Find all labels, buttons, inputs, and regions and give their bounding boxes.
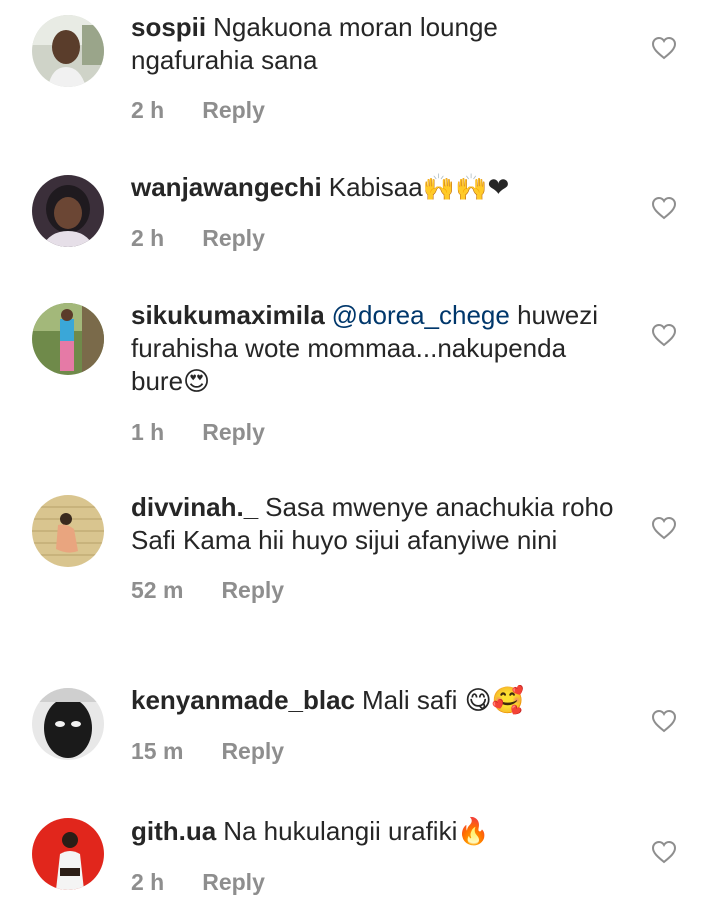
comment-emoji: 🔥 [457,817,490,847]
reply-button[interactable]: Reply [221,738,284,765]
comment-timestamp: 52 m [131,577,184,603]
avatar[interactable] [32,15,104,87]
comment-timestamp: 1 h [131,419,165,445]
comment-meta: 2 h Reply [131,225,621,252]
comment-username[interactable]: sospii [131,12,206,42]
comment-text: wanjawangechi Kabisaa🙌🙌❤ [131,171,621,205]
comment-body: Mali safi [362,685,458,715]
comment-timestamp: 2 h [131,97,165,123]
heart-outline-icon[interactable] [651,709,677,733]
comment-username[interactable]: kenyanmade_blac [131,685,355,715]
avatar[interactable] [32,495,104,567]
heart-outline-icon[interactable] [651,196,677,220]
reply-button[interactable]: Reply [221,577,284,604]
heart-outline-icon[interactable] [651,840,677,864]
reply-button[interactable]: Reply [202,97,265,124]
comment-body: Na hukulangii urafiki [223,816,458,846]
comment-username[interactable]: sikukumaximila [131,300,325,330]
comment-meta: 15 m Reply [131,738,621,765]
reply-button[interactable]: Reply [202,225,265,252]
comment-timestamp: 2 h [131,869,165,895]
comment-meta: 52 m Reply [131,577,621,604]
avatar[interactable] [32,688,104,760]
comment-username[interactable]: gith.ua [131,816,216,846]
avatar[interactable] [32,303,104,375]
comment-meta: 2 h Reply [131,869,621,896]
comment-emoji: 😍 [183,367,211,397]
comment-emoji: 🙌🙌❤ [422,173,510,203]
comment-text: divvinah._ Sasa mwenye anachukia roho Saf… [131,491,621,557]
heart-outline-icon[interactable] [651,323,677,347]
heart-outline-icon[interactable] [651,36,677,60]
comment-timestamp: 15 m [131,738,184,764]
avatar[interactable] [32,175,104,247]
comment-username[interactable]: divvinah._ [131,492,258,522]
avatar[interactable] [32,818,104,890]
comment-emoji: 😋🥰 [464,686,525,716]
reply-button[interactable]: Reply [202,419,265,446]
comment-text: sospii Ngakuona moran lounge ngafurahia s… [131,11,621,77]
heart-outline-icon[interactable] [651,516,677,540]
comment-text: kenyanmade_blac Mali safi 😋🥰 [131,684,621,718]
comment-text: sikukumaximila @dorea_chege huwezi furahi… [131,299,621,399]
comment-mention[interactable]: @dorea_chege [332,300,510,330]
reply-button[interactable]: Reply [202,869,265,896]
comment-timestamp: 2 h [131,225,165,251]
comment-body: Kabisaa [328,172,423,202]
comment-username[interactable]: wanjawangechi [131,172,322,202]
comment-text: gith.ua Na hukulangii urafiki🔥 [131,815,621,849]
comment-meta: 2 h Reply [131,97,621,124]
comment-meta: 1 h Reply [131,419,621,446]
